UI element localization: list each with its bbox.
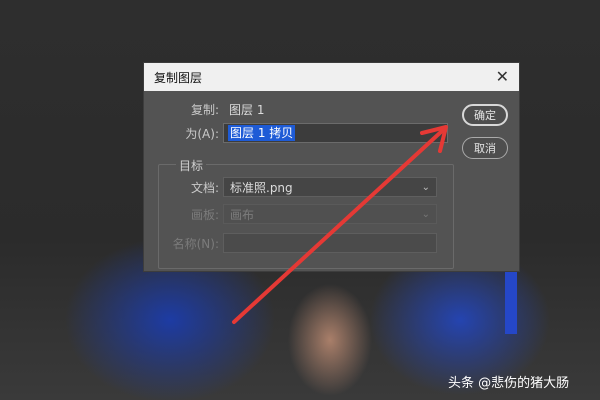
watermark-text: 头条 @悲伤的猪大肠 xyxy=(448,376,570,391)
annotation-arrow-icon xyxy=(232,125,448,324)
